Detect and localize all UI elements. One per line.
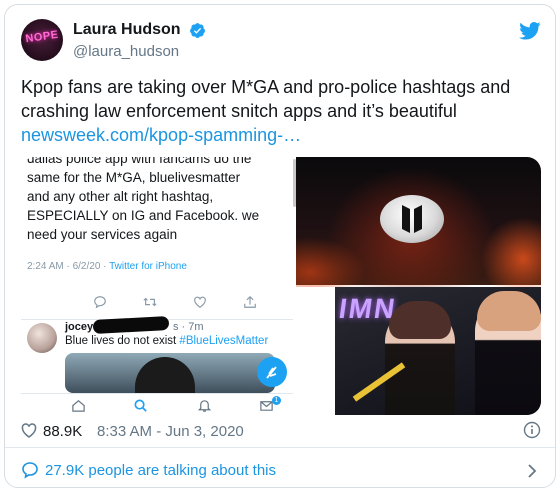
verified-badge-icon [190,22,205,38]
tweet-text: Kpop fans are taking over M*GA and pro-p… [21,75,541,147]
bell-icon [197,400,212,412]
reply-name: jocey [65,321,94,333]
screenshot-client: Twitter for iPhone [109,261,187,272]
conversation-label: 27.9K people are talking about this [45,462,276,479]
avatar-neon-text: NOPE [24,28,60,46]
footer-divider [5,447,555,448]
home-icon [72,400,85,412]
info-icon[interactable] [523,421,541,439]
media-grid[interactable]: dallas police app with fancams do the sa… [21,157,541,415]
media-screenshot-tweet[interactable]: dallas police app with fancams do the sa… [21,157,296,285]
reply-hashtag: #BlueLivesMatter [179,335,269,347]
tweet-body: Kpop fans are taking over M*GA and pro-p… [21,77,511,121]
media-screenshot-reply[interactable]: jocey s · 7m Blue lives do not exist #Bl… [21,287,293,415]
screenshot-line: dallas police app with fancams do the [27,157,252,166]
author-names: Laura Hudson @laura_hudson [73,21,206,60]
chevron-right-icon [528,464,537,478]
media-performance-photo[interactable]: IMN [335,287,541,415]
stage-light-left [296,237,366,287]
retweet-icon [143,297,157,307]
reply-media-thumbnail [65,353,275,393]
tweet-footer-meta: 88.9K 8:33 AM - Jun 3, 2020 [21,421,541,443]
tweet-header: NOPE Laura Hudson @laura_hudson [21,19,541,63]
reply-text: Blue lives do not exist #BlueLivesMatter [65,335,268,347]
screenshot-time: 2:24 AM · 6/2/20 · [27,261,110,272]
reply-time: s · 7m [173,321,204,333]
performer-left-hair [389,301,451,339]
logo-spotlight [380,195,444,243]
screenshot-line: same for the M*GA, bluelivesmatter [27,170,241,185]
reply-icon [94,296,106,309]
media-stage-logo[interactable] [296,157,541,287]
screenshot-line: need your services again [27,227,178,242]
like-icon [194,296,206,308]
screenshot-action-row [21,295,293,311]
heart-icon[interactable] [21,423,37,438]
share-icon [244,295,256,308]
screenshot-line: and any other alt right hashtag, [27,189,214,204]
like-count[interactable]: 88.9K [43,423,82,440]
compose-feather-icon [266,366,277,379]
tweet-timestamp[interactable]: 8:33 AM - Jun 3, 2020 [97,423,244,440]
notification-badge: 1 [272,396,281,405]
avatar[interactable]: NOPE [21,19,63,61]
search-icon [134,399,147,412]
reply-avatar [27,323,57,353]
compose-fab [257,357,287,387]
reply-media-figure [135,357,195,393]
tweet-card: NOPE Laura Hudson @laura_hudson Kpop fan… [4,4,556,488]
handle[interactable]: @laura_hudson [73,43,206,60]
tweet-link[interactable]: newsweek.com/kpop-spamming-… [21,125,301,145]
reply-body: Blue lives do not exist [65,335,180,347]
screenshot-line: ESPECIALLY on IG and Facebook. we [27,208,260,223]
redaction-mark [92,316,170,334]
conversation-link[interactable]: 27.9K people are talking about this [21,461,541,481]
performer-right-hair [477,291,541,331]
bts-logo-icon [402,205,422,233]
screenshot-tabbar: 1 [21,393,293,415]
chat-bubble-icon [22,462,38,479]
twitter-bird-icon[interactable] [519,21,541,41]
stage-light-right [481,217,541,287]
screenshot-meta: 2:24 AM · 6/2/20 · Twitter for iPhone [27,261,187,272]
display-name[interactable]: Laura Hudson [73,21,181,39]
